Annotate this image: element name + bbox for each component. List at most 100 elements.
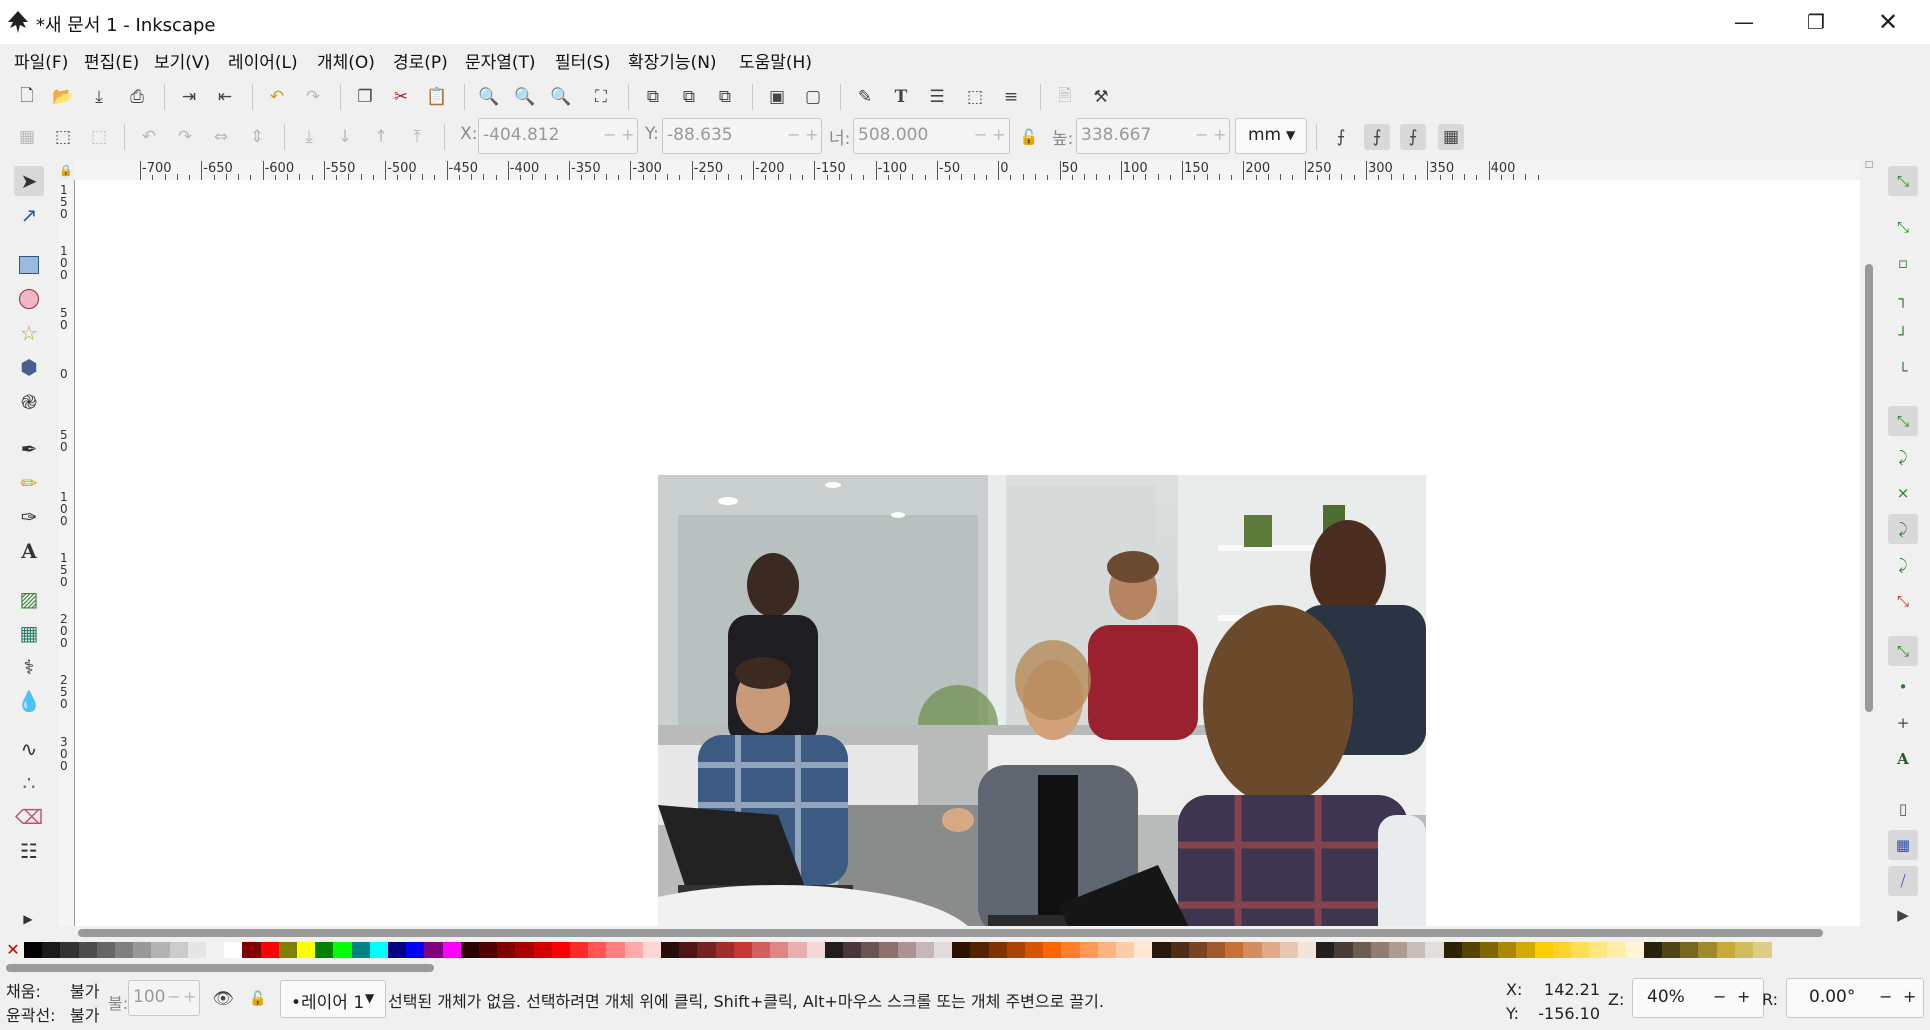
expand-snap-icon[interactable]: ▶ <box>1888 900 1918 930</box>
duplicate-icon[interactable]: ⧉ <box>640 84 666 110</box>
zoom-out-icon[interactable]: − <box>1713 987 1726 1006</box>
color-swatch[interactable] <box>1261 942 1281 958</box>
color-swatch[interactable] <box>1698 942 1718 958</box>
lower-to-bottom-icon[interactable]: ⤓ <box>296 124 322 150</box>
y-field[interactable]: -88.635 − + <box>662 118 822 154</box>
color-swatch[interactable] <box>497 942 516 958</box>
color-swatch[interactable] <box>260 942 280 958</box>
vertical-scroll-thumb[interactable] <box>1865 264 1873 712</box>
color-swatch[interactable] <box>788 942 808 958</box>
color-swatch[interactable] <box>642 942 662 958</box>
select-all-layers-icon[interactable]: ⬚ <box>50 124 76 150</box>
color-swatch[interactable] <box>206 942 225 958</box>
color-swatch[interactable] <box>806 942 826 958</box>
text-font-icon[interactable]: T <box>888 84 914 110</box>
snap-guide-icon[interactable]: ⧸ <box>1888 866 1918 896</box>
color-swatch[interactable] <box>1534 942 1554 958</box>
color-swatch[interactable] <box>297 942 316 958</box>
snap-toggle-icon[interactable]: ⤡ <box>1888 166 1918 196</box>
color-swatch[interactable] <box>897 942 917 958</box>
decrement-icon[interactable]: − <box>787 125 800 144</box>
spray-tool-icon[interactable]: ∴ <box>14 768 44 798</box>
zoom-fit-icon[interactable]: ⛶ <box>588 84 614 110</box>
snap-smooth-icon[interactable]: ⤸ <box>1888 550 1918 580</box>
stroke-value[interactable]: 불가 <box>70 1002 99 1026</box>
snap-bbox-edge-icon[interactable]: ▫ <box>1888 248 1918 278</box>
color-swatch[interactable] <box>1571 942 1590 958</box>
color-swatch[interactable] <box>1443 942 1463 958</box>
color-swatch[interactable] <box>187 942 207 958</box>
drawing-canvas[interactable] <box>75 180 1860 926</box>
flip-horizontal-icon[interactable]: ⇔ <box>208 124 234 150</box>
clone-icon[interactable]: ⧉ <box>676 84 702 110</box>
color-swatch[interactable] <box>533 942 553 958</box>
rotate-ccw-icon[interactable]: − <box>1879 987 1892 1006</box>
snap-intersection-icon[interactable]: ⨯ <box>1888 478 1918 508</box>
opacity-field[interactable]: 100 − + <box>128 980 200 1016</box>
color-swatch[interactable] <box>115 942 134 958</box>
scale-stroke-icon[interactable]: ⨍ <box>1328 124 1354 150</box>
palette-scrollbar[interactable] <box>0 962 1930 974</box>
mesh-tool-icon[interactable]: ▦ <box>14 618 44 648</box>
color-swatch[interactable] <box>1625 942 1645 958</box>
color-swatch[interactable] <box>1061 942 1081 958</box>
select-all-icon[interactable]: ▦ <box>14 124 40 150</box>
decrement-icon[interactable]: − <box>167 987 180 1006</box>
eraser-tool-icon[interactable]: ⌫ <box>14 802 44 832</box>
copy-icon[interactable]: ❐ <box>352 84 378 110</box>
color-swatch[interactable] <box>1607 942 1627 958</box>
color-swatch[interactable] <box>1243 942 1263 958</box>
color-swatch[interactable] <box>733 942 753 958</box>
vertical-scrollbar[interactable]: □ <box>1862 160 1876 926</box>
color-swatch[interactable] <box>133 942 152 958</box>
zoom-page-icon[interactable]: 🔍 <box>548 84 574 110</box>
star-tool-icon[interactable]: ☆ <box>14 318 44 348</box>
menu-help[interactable]: 도움말(H) <box>739 48 812 73</box>
color-swatch[interactable] <box>1152 942 1172 958</box>
save-icon[interactable]: ⤓ <box>86 84 112 110</box>
decrement-icon[interactable]: − <box>974 125 987 144</box>
unit-select[interactable]: mm ▼ <box>1235 118 1307 154</box>
color-swatch[interactable] <box>1006 942 1026 958</box>
decrement-icon[interactable]: − <box>603 125 616 144</box>
color-swatch[interactable] <box>770 942 789 958</box>
palette-scroll-thumb[interactable] <box>6 964 434 972</box>
color-swatch[interactable] <box>934 942 953 958</box>
close-button[interactable]: ✕ <box>1854 0 1922 44</box>
color-swatch[interactable] <box>351 942 371 958</box>
snap-page-border-icon[interactable]: ▯ <box>1888 794 1918 824</box>
color-swatch[interactable] <box>1134 942 1153 958</box>
layers-icon[interactable]: ☰ <box>924 84 950 110</box>
increment-icon[interactable]: + <box>183 987 196 1006</box>
increment-icon[interactable]: + <box>805 125 818 144</box>
minimize-button[interactable]: — <box>1710 0 1778 44</box>
calligraphy-tool-icon[interactable]: ✑ <box>14 502 44 532</box>
pencil-tool-icon[interactable]: ✏ <box>14 468 44 498</box>
color-swatch[interactable] <box>224 942 243 958</box>
snap-nodes-icon[interactable]: ⤡ <box>1888 406 1918 436</box>
color-swatch[interactable] <box>333 942 353 958</box>
color-swatch[interactable] <box>1097 942 1117 958</box>
color-swatch[interactable] <box>1079 942 1099 958</box>
color-swatch[interactable] <box>479 942 498 958</box>
color-swatch[interactable] <box>1025 942 1044 958</box>
color-swatch[interactable] <box>1407 942 1426 958</box>
color-swatch[interactable] <box>879 942 899 958</box>
color-swatch[interactable] <box>661 942 680 958</box>
snap-center-icon[interactable]: • <box>1888 672 1918 702</box>
paint-bucket-tool-icon[interactable]: 💧 <box>14 686 44 716</box>
color-swatch[interactable] <box>1225 942 1244 958</box>
zoom-field[interactable]: 40% − + <box>1632 978 1764 1018</box>
raise-icon[interactable]: ↑ <box>368 124 394 150</box>
color-swatch[interactable] <box>1389 942 1408 958</box>
new-document-icon[interactable]: 🗋 <box>14 84 40 110</box>
increment-icon[interactable]: + <box>992 125 1005 144</box>
color-swatch[interactable] <box>588 942 607 958</box>
tweak-tool-icon[interactable]: ∿ <box>14 734 44 764</box>
redo-icon[interactable]: ↷ <box>300 84 326 110</box>
xml-editor-icon[interactable]: ⬚ <box>962 84 988 110</box>
color-swatch[interactable] <box>1352 942 1372 958</box>
unlink-clone-icon[interactable]: ⧉ <box>712 84 738 110</box>
horizontal-scrollbar[interactable] <box>75 926 1860 940</box>
snap-cusp-icon[interactable]: ⤸ <box>1888 514 1918 544</box>
